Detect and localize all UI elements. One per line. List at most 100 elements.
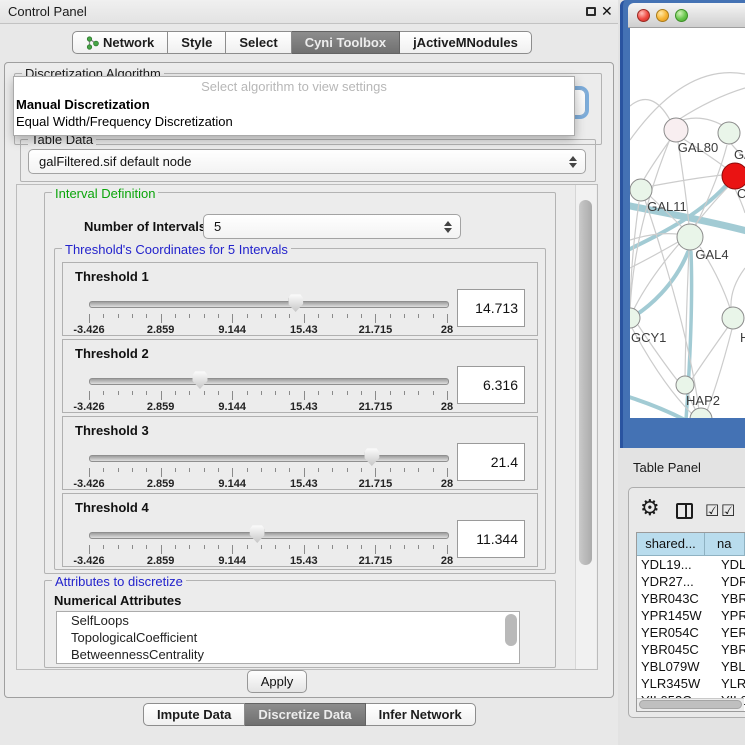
tick-mark — [289, 314, 290, 318]
slider-track[interactable] — [89, 455, 449, 462]
tick-mark — [161, 391, 162, 400]
table-cell: YBR0 — [717, 590, 745, 607]
slider-thumb[interactable] — [192, 371, 207, 389]
threshold-slider[interactable] — [89, 447, 447, 467]
tick-mark — [103, 391, 104, 395]
attribute-item-betweennesscentrality[interactable]: BetweennessCentrality — [57, 646, 519, 663]
table-row[interactable]: YBL079WYBL0 — [637, 658, 745, 675]
threshold-value-field[interactable]: 11.344 — [457, 520, 525, 558]
threshold-slider[interactable] — [89, 293, 447, 313]
tick-mark — [404, 391, 405, 395]
column-chooser-icon[interactable] — [676, 503, 693, 519]
vertical-scrollbar-thumb[interactable] — [579, 200, 592, 565]
tab-discretize-data[interactable]: Discretize Data — [245, 703, 365, 726]
tick-mark — [304, 391, 305, 400]
slider-track[interactable] — [89, 532, 449, 539]
tick-mark — [275, 314, 276, 318]
table-rows: YDL19...YDL1YDR27...YDR2YBR043CYBR0YPR14… — [637, 556, 745, 709]
table-row[interactable]: YBR043CYBR0 — [637, 590, 745, 607]
attribute-item-topologicalcoefficient[interactable]: TopologicalCoefficient — [57, 629, 519, 646]
minimize-traffic-light-icon[interactable] — [656, 9, 669, 22]
threshold-title: Threshold 4 — [75, 500, 149, 515]
table-data-combobox[interactable]: galFiltered.sif default node — [28, 149, 586, 174]
number-of-intervals-combobox[interactable]: 5 — [203, 214, 461, 239]
tab-network[interactable]: Network — [72, 31, 168, 54]
node-attribute-table[interactable]: shared...na YDL19...YDL1YDR27...YDR2YBR0… — [636, 532, 745, 712]
tick-mark — [247, 391, 248, 395]
tick-mark — [447, 545, 448, 554]
tick-mark — [175, 545, 176, 549]
number-of-intervals-label: Number of Intervals — [84, 219, 206, 234]
control-panel-titlebar — [0, 0, 618, 24]
threshold-value-field[interactable]: 6.316 — [457, 366, 525, 404]
tick-mark — [175, 468, 176, 472]
network-node-ga[interactable] — [718, 122, 740, 144]
scale-label: -3.426 — [73, 478, 104, 490]
zoom-traffic-light-icon[interactable] — [675, 9, 688, 22]
tab-jactivemnodules[interactable]: jActiveMNodules — [400, 31, 532, 54]
tab-select[interactable]: Select — [226, 31, 291, 54]
network-node-gal80[interactable] — [664, 118, 688, 142]
table-data-value: galFiltered.sif default node — [39, 154, 191, 169]
slider-thumb[interactable] — [288, 294, 303, 312]
slider-ticks — [89, 468, 447, 478]
apply-button[interactable]: Apply — [247, 670, 307, 693]
node-label: H — [740, 330, 745, 345]
tick-mark — [318, 545, 319, 549]
gear-icon[interactable]: ⚙ — [640, 496, 660, 521]
threshold-panel-3: Threshold 3-3.4262.8599.14415.4321.71528… — [62, 416, 538, 490]
table-row[interactable]: YDL19...YDL1 — [637, 556, 745, 573]
tick-mark — [375, 545, 376, 554]
popup-item-manual-discretization[interactable]: Manual Discretization — [14, 96, 574, 113]
threshold-value-field[interactable]: 14.713 — [457, 289, 525, 327]
slider-scale: -3.4262.8599.14415.4321.71528 — [89, 478, 447, 490]
tick-mark — [361, 468, 362, 472]
attribute-item-selfloops[interactable]: SelfLoops — [57, 612, 519, 629]
tick-mark — [261, 468, 262, 472]
numerical-attributes-list[interactable]: SelfLoopsTopologicalCoefficientBetweenne… — [56, 611, 520, 664]
list-scrollbar-thumb[interactable] — [505, 614, 517, 646]
slider-thumb[interactable] — [250, 525, 265, 543]
popup-items: Manual DiscretizationEqual Width/Frequen… — [14, 96, 574, 130]
table-header-1[interactable]: shared... — [637, 533, 705, 555]
checkbox-icon[interactable]: ☑ — [721, 501, 735, 520]
tick-mark — [118, 391, 119, 395]
table-header-2[interactable]: na — [705, 533, 745, 555]
tab-impute-data[interactable]: Impute Data — [143, 703, 245, 726]
table-row[interactable]: YER054CYER0 — [637, 624, 745, 641]
tab-cyni-toolbox[interactable]: Cyni Toolbox — [292, 31, 400, 54]
table-row[interactable]: YPR145WYPR1 — [637, 607, 745, 624]
horizontal-scrollbar-thumb[interactable] — [639, 700, 742, 709]
network-node-h[interactable] — [722, 307, 744, 329]
network-canvas[interactable]: GAL80GACGAL11GAL4GCY1HHAP2 — [630, 28, 745, 418]
popup-item-equal-width-frequency-discretization[interactable]: Equal Width/Frequency Discretization — [14, 113, 574, 130]
scale-label: 28 — [441, 401, 453, 413]
tab-infer-network[interactable]: Infer Network — [366, 703, 476, 726]
table-row[interactable]: YBR045CYBR0 — [637, 641, 745, 658]
slider-track[interactable] — [89, 378, 449, 385]
close-icon[interactable]: ✕ — [601, 3, 613, 20]
table-cell: YDR27... — [637, 573, 717, 590]
checkbox-icon[interactable]: ☑ — [705, 501, 719, 520]
close-traffic-light-icon[interactable] — [637, 9, 650, 22]
table-row[interactable]: YDR27...YDR2 — [637, 573, 745, 590]
table-row[interactable]: YLR345WYLR3 — [637, 675, 745, 692]
numerical-attributes-label: Numerical Attributes — [54, 593, 181, 608]
threshold-slider[interactable] — [89, 370, 447, 390]
tick-mark — [189, 391, 190, 395]
table-cell: YDL1 — [717, 556, 745, 573]
threshold-slider[interactable] — [89, 524, 447, 544]
attributes-group-label: Attributes to discretize — [52, 574, 186, 589]
tick-mark — [347, 314, 348, 318]
network-node-gal11[interactable] — [630, 179, 652, 201]
tab-style[interactable]: Style — [168, 31, 226, 54]
slider-scale: -3.4262.8599.14415.4321.71528 — [89, 555, 447, 567]
float-window-icon[interactable] — [586, 7, 596, 16]
scale-label: 9.144 — [218, 478, 246, 490]
network-node-hap2[interactable] — [676, 376, 694, 394]
tick-mark — [89, 468, 90, 477]
network-node[interactable] — [690, 408, 712, 418]
threshold-value-field[interactable]: 21.4 — [457, 443, 525, 481]
slider-thumb[interactable] — [364, 448, 379, 466]
slider-track[interactable] — [89, 301, 449, 308]
